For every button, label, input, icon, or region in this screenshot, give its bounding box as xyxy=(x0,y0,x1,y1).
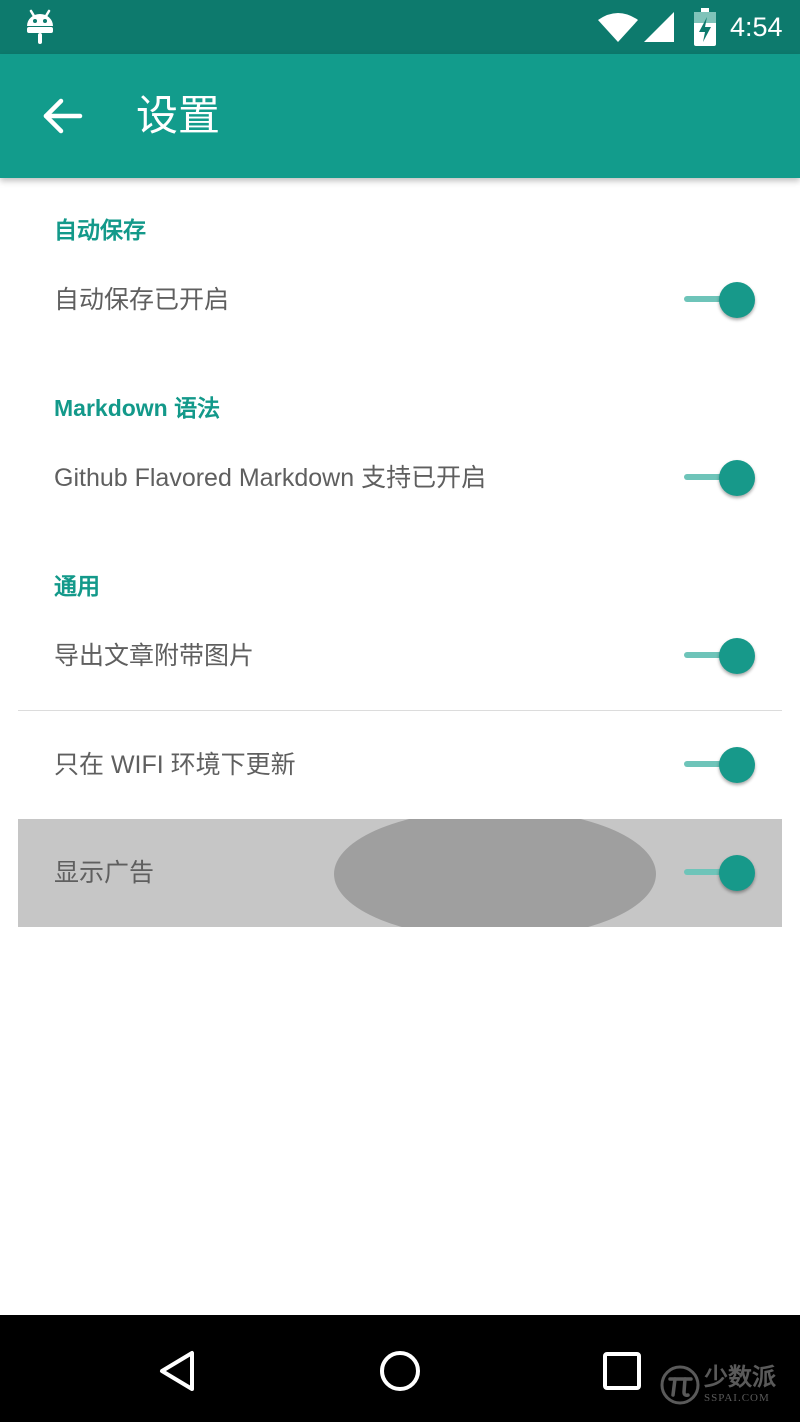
setting-row-wifi-update[interactable]: 只在 WIFI 环境下更新 xyxy=(18,711,782,819)
setting-label: Github Flavored Markdown 支持已开启 xyxy=(54,464,487,492)
setting-row-autosave[interactable]: 自动保存已开启 xyxy=(18,246,782,354)
switch-thumb xyxy=(719,460,755,496)
switch-thumb xyxy=(719,638,755,674)
section-header-markdown: Markdown 语法 xyxy=(54,395,221,421)
setting-row-gfm[interactable]: Github Flavored Markdown 支持已开启 xyxy=(18,424,782,532)
nav-home-icon[interactable] xyxy=(378,1349,422,1393)
switch-thumb xyxy=(719,282,755,318)
pi-logo-icon xyxy=(660,1365,700,1405)
switch-thumb xyxy=(719,855,755,891)
nav-back-icon[interactable] xyxy=(156,1349,200,1393)
settings-list: 自动保存 自动保存已开启 Markdown 语法 Github Flavored… xyxy=(0,178,800,1315)
app-toolbar: 设置 xyxy=(0,54,800,178)
touch-ripple xyxy=(334,819,656,927)
section-header-autosave: 自动保存 xyxy=(54,217,146,243)
nav-recents-icon[interactable] xyxy=(600,1349,644,1393)
page-title: 设置 xyxy=(136,91,221,140)
gfm-switch[interactable] xyxy=(684,458,760,498)
setting-row-show-ads[interactable]: 显示广告 xyxy=(18,819,782,927)
navigation-bar: 少数派 SSPAI.COM xyxy=(0,1315,800,1422)
battery-charging-icon xyxy=(694,8,716,46)
setting-row-export-images[interactable]: 导出文章附带图片 xyxy=(18,602,782,710)
android-icon xyxy=(27,9,53,44)
setting-label: 导出文章附带图片 xyxy=(54,642,255,670)
watermark-subtext: SSPAI.COM xyxy=(704,1392,770,1404)
wifi-update-switch[interactable] xyxy=(684,745,760,785)
export-images-switch[interactable] xyxy=(684,636,760,676)
status-time: 4:54 xyxy=(730,12,783,42)
signal-icon xyxy=(644,12,674,42)
setting-label: 显示广告 xyxy=(54,859,155,887)
watermark: 少数派 SSPAI.COM xyxy=(660,1363,786,1409)
section-header-general: 通用 xyxy=(54,573,100,599)
status-bar: 4:54 xyxy=(0,0,800,54)
switch-thumb xyxy=(719,747,755,783)
setting-label: 自动保存已开启 xyxy=(54,286,230,314)
setting-label: 只在 WIFI 环境下更新 xyxy=(54,751,296,779)
arrow-left-icon[interactable] xyxy=(38,92,86,140)
show-ads-switch[interactable] xyxy=(684,853,760,893)
watermark-text: 少数派 xyxy=(704,1363,776,1391)
wifi-icon xyxy=(598,13,638,42)
autosave-switch[interactable] xyxy=(684,280,760,320)
